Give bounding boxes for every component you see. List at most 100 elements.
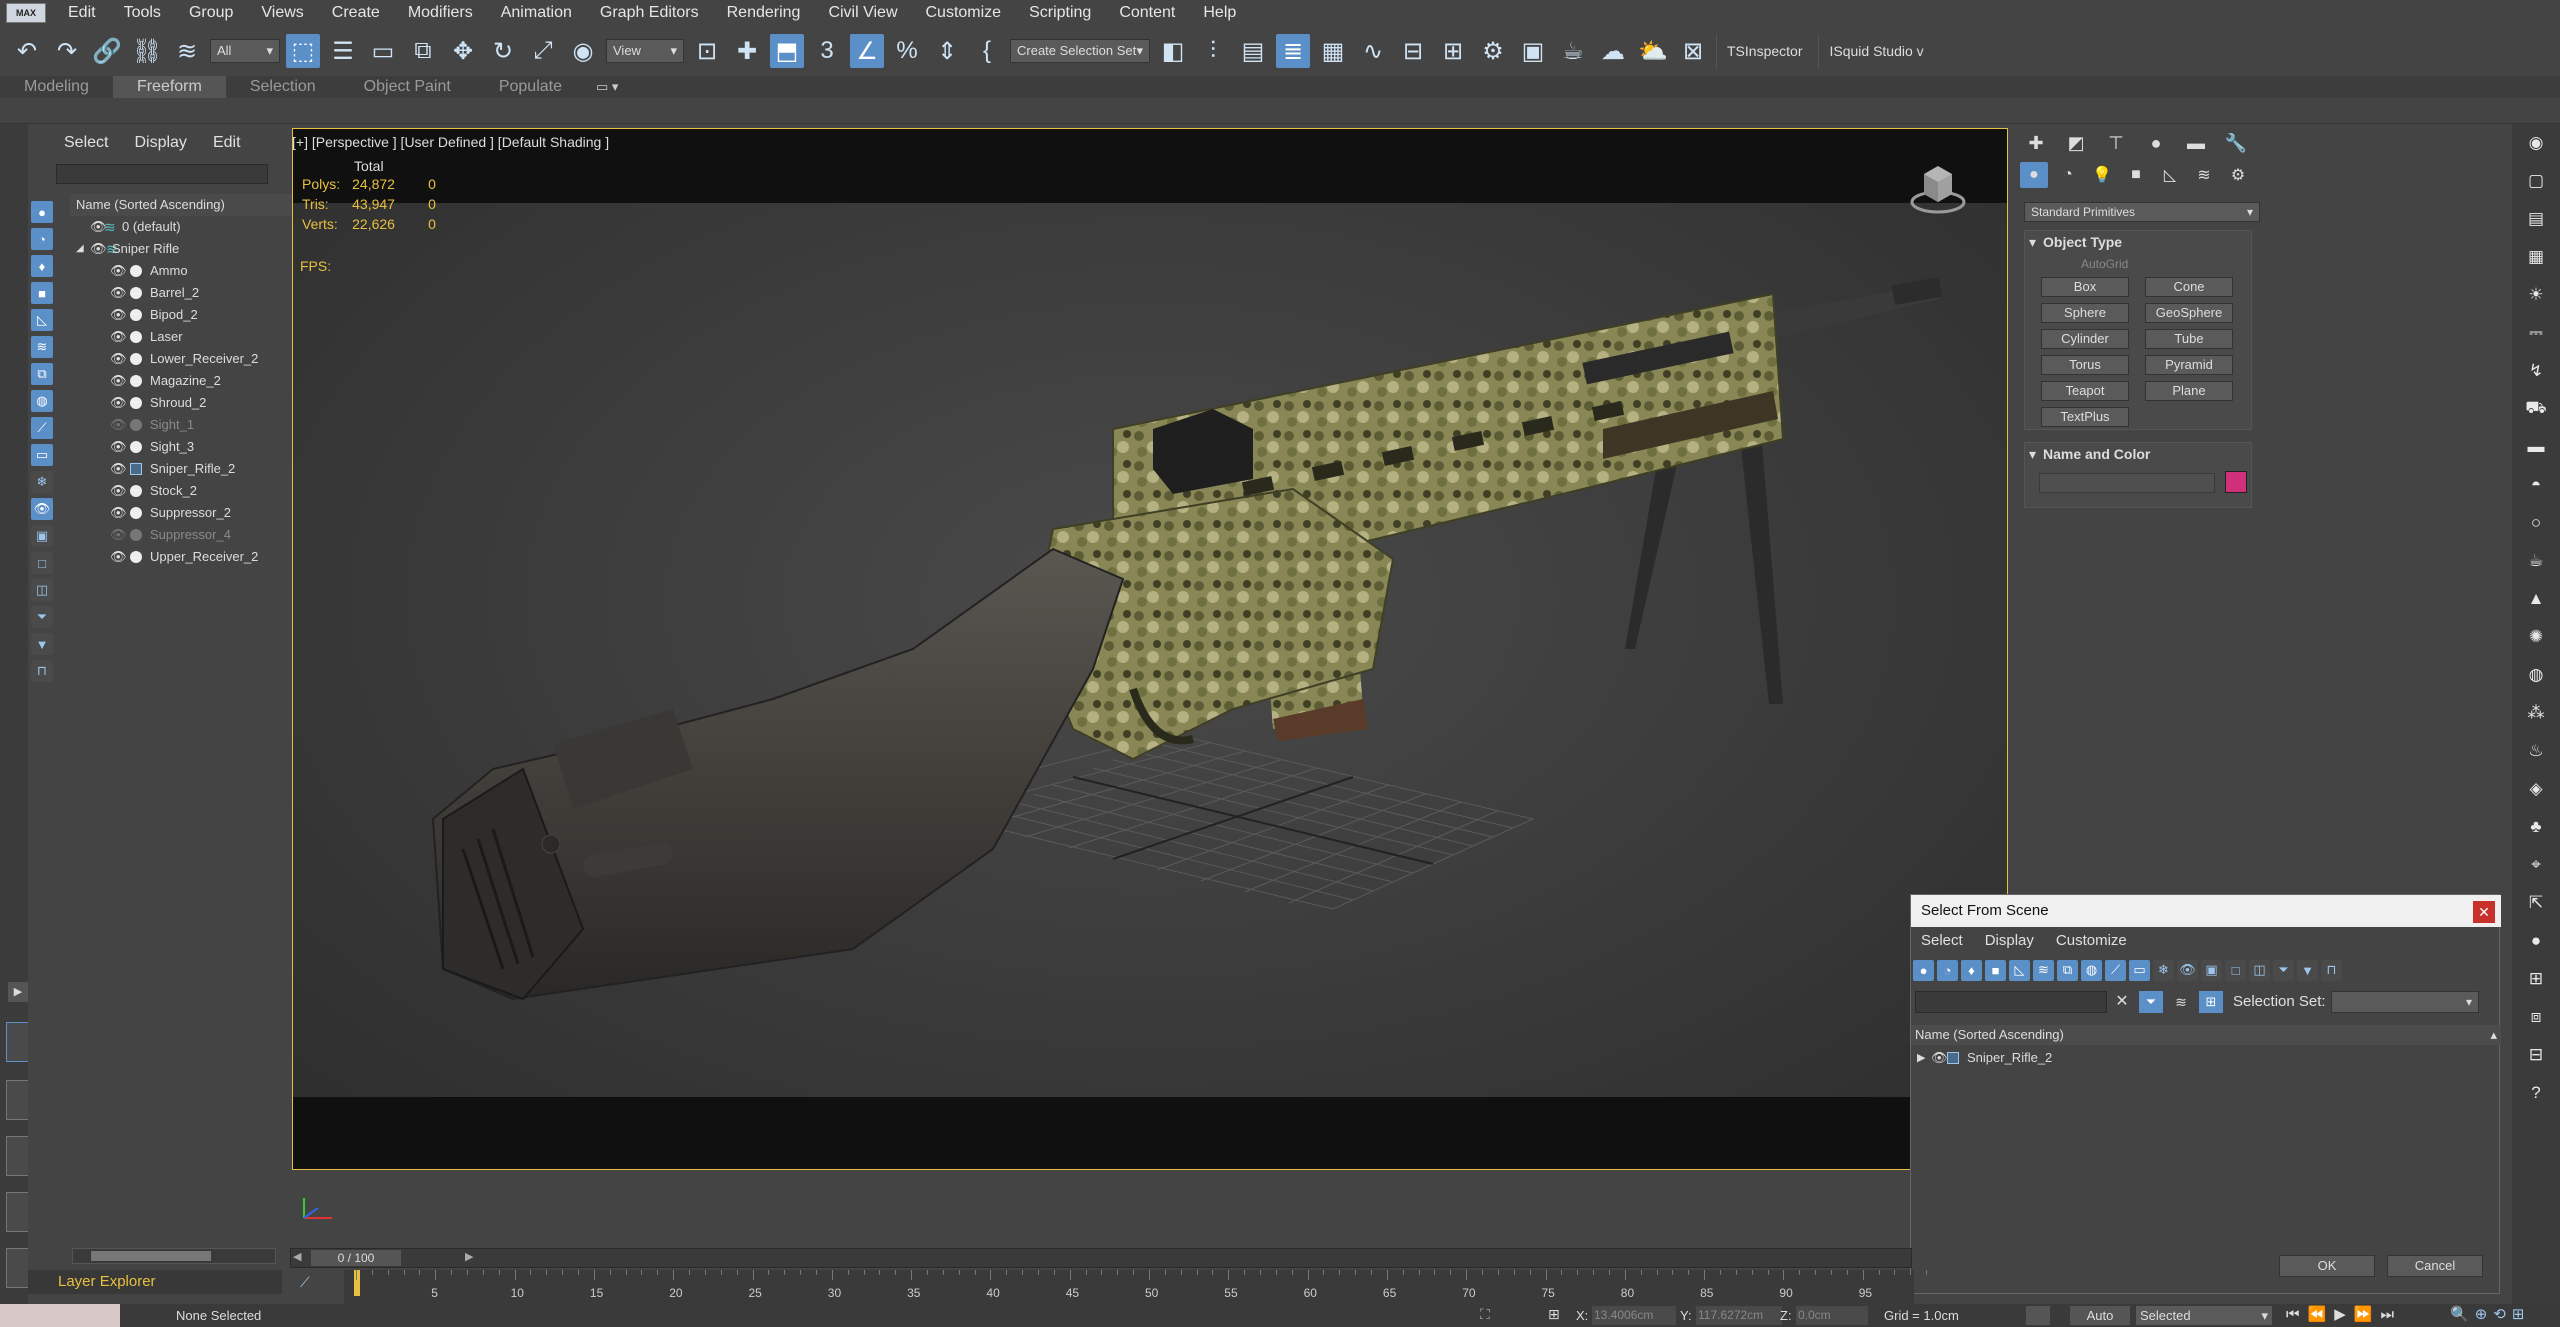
water-icon[interactable]: ◈ xyxy=(2522,775,2550,803)
play-icon[interactable]: ▶ xyxy=(2334,1306,2354,1323)
groups-filter-icon[interactable]: ⧉ xyxy=(31,363,53,385)
export-icon[interactable]: ⇱ xyxy=(2522,889,2550,917)
warps-filter-icon[interactable]: ≋ xyxy=(31,336,53,358)
move-icon[interactable]: ✥ xyxy=(446,34,480,68)
tree-row[interactable]: 👁 Sight_1 xyxy=(70,414,310,436)
maxscript-listener[interactable] xyxy=(0,1304,120,1327)
layer-explorer-label[interactable]: Layer Explorer xyxy=(28,1270,282,1294)
lights-icon[interactable]: 💡 xyxy=(2088,162,2116,188)
align-icon[interactable]: ⫶ xyxy=(1196,34,1230,68)
eye-icon[interactable]: 👁 xyxy=(90,238,107,260)
sun-icon[interactable]: ✺ xyxy=(2522,623,2550,651)
tree-row[interactable]: 👁 Sight_3 xyxy=(70,436,310,458)
time-next-icon[interactable]: ▶ xyxy=(465,1250,473,1263)
curve-editor-icon[interactable]: ∿ xyxy=(1356,34,1390,68)
globe-icon[interactable]: ◍ xyxy=(2522,661,2550,689)
helpers-filter-icon[interactable]: ◺ xyxy=(31,309,53,331)
rect-selection-icon[interactable]: ▭ xyxy=(366,34,400,68)
named-selection-dropdown[interactable]: Create Selection Set ▾ xyxy=(1010,39,1150,63)
zoom-icon[interactable]: 🔍 xyxy=(2450,1306,2475,1323)
tree-row[interactable]: 👁 Magazine_2 xyxy=(70,370,310,392)
geometry-icon[interactable]: ● xyxy=(2020,162,2048,188)
light-icon[interactable]: ☀ xyxy=(2522,281,2550,309)
dialog-tree-row[interactable]: ▶ 👁 Sniper_Rifle_2 xyxy=(1911,1047,2501,1069)
orbit-icon[interactable]: ⟲ xyxy=(2493,1306,2512,1323)
frame-icon[interactable]: ⧈ xyxy=(2522,1003,2550,1031)
camera-icon[interactable]: ⌖ xyxy=(2522,851,2550,879)
select-by-name-icon[interactable]: ☰ xyxy=(326,34,360,68)
expand-arrow-icon[interactable]: ▶ xyxy=(1917,1047,1925,1069)
explorer-menu-edit[interactable]: Edit xyxy=(213,134,241,152)
menu-create[interactable]: Create xyxy=(318,0,394,26)
dome-icon[interactable]: ◓ xyxy=(2522,471,2550,499)
viewport-label[interactable]: [+] [Perspective ] [User Defined ] [Defa… xyxy=(292,134,609,150)
edit-named-selection-icon[interactable]: { xyxy=(970,34,1004,68)
primitive-category-dropdown[interactable]: Standard Primitives ▾ xyxy=(2024,202,2260,222)
invert-display-icon[interactable]: ◫ xyxy=(2249,959,2270,981)
fluid-icon[interactable]: ♨ xyxy=(2522,737,2550,765)
menu-modifiers[interactable]: Modifiers xyxy=(394,0,487,26)
scroll-thumb[interactable] xyxy=(91,1251,211,1261)
frozen-filter-icon[interactable]: ❄ xyxy=(31,471,53,493)
selection-set-dropdown[interactable]: ▾ xyxy=(2331,991,2479,1013)
menu-rendering[interactable]: Rendering xyxy=(713,0,815,26)
autogrid-checkbox[interactable]: AutoGrid xyxy=(2081,257,2128,271)
tree-row[interactable]: 👁 Shroud_2 xyxy=(70,392,310,414)
eye-icon[interactable]: 👁 xyxy=(110,480,127,502)
eye-icon[interactable]: 👁 xyxy=(110,282,127,304)
folder-icon[interactable]: ▬ xyxy=(2522,433,2550,461)
set-key-icon[interactable] xyxy=(2026,1306,2050,1325)
zoom-all-icon[interactable]: ⊕ xyxy=(2475,1306,2494,1323)
modify-tab-icon[interactable]: ◩ xyxy=(2060,128,2092,158)
filter-toggle-icon[interactable]: ⏷ xyxy=(2139,991,2163,1013)
eye-icon[interactable]: 👁 xyxy=(110,458,127,480)
schematic-view-icon[interactable]: ⊟ xyxy=(1396,34,1430,68)
xrefs-filter-icon[interactable]: ◍ xyxy=(31,390,53,412)
ok-button[interactable]: OK xyxy=(2279,1255,2375,1277)
primitive-geosphere-button[interactable]: GeoSphere xyxy=(2145,303,2233,323)
eye-icon[interactable]: 👁 xyxy=(110,304,127,326)
mirror-icon[interactable]: ◧ xyxy=(1156,34,1190,68)
dialog-title-bar[interactable]: Select From Scene xyxy=(1911,895,2501,927)
display-all-filter-icon[interactable]: ▣ xyxy=(31,525,53,547)
angle-snap-icon[interactable]: ∠ xyxy=(850,34,884,68)
display-all-icon[interactable]: ▣ xyxy=(2201,959,2222,981)
time-slider-thumb[interactable]: 0 / 100 xyxy=(311,1250,401,1266)
primitive-textplus-button[interactable]: TextPlus xyxy=(2041,407,2129,427)
invert-filter-icon[interactable]: ◫ xyxy=(31,579,53,601)
particle-icon[interactable]: ⁂ xyxy=(2522,699,2550,727)
collapse-arrow-icon[interactable]: ◢ xyxy=(76,238,84,260)
tree-header[interactable]: Name (Sorted Ascending) xyxy=(70,194,310,216)
auto-key-button[interactable]: Auto xyxy=(2070,1306,2130,1325)
hierarchy-icon[interactable]: ⊞ xyxy=(2199,991,2223,1013)
primitive-pyramid-button[interactable]: Pyramid xyxy=(2145,355,2233,375)
filter-selected-icon[interactable]: ▼ xyxy=(2297,959,2318,981)
tree-row[interactable]: 👁 Stock_2 xyxy=(70,480,310,502)
filter-filter-icon[interactable]: ⏷ xyxy=(31,606,53,628)
shapes-filter-icon[interactable]: ◔ xyxy=(1937,959,1958,981)
menu-tools[interactable]: Tools xyxy=(110,0,175,26)
primitive-cylinder-button[interactable]: Cylinder xyxy=(2041,329,2129,349)
explorer-menu-display[interactable]: Display xyxy=(134,134,186,152)
z-coordinate-field[interactable]: 0.0cm xyxy=(1796,1306,1868,1325)
pivot-center-icon[interactable]: ⊡ xyxy=(690,34,724,68)
lights-filter-icon[interactable]: ♦ xyxy=(1961,959,1982,981)
track-bar[interactable]: 5 10 15 20 25 30 35 40 45 50 55 60 65 70 75 80 85 90 95 xyxy=(344,1270,1928,1304)
layout-icon[interactable]: ▢ xyxy=(2522,167,2550,195)
sphere-icon[interactable]: ○ xyxy=(2522,509,2550,537)
eye-icon[interactable]: 👁 xyxy=(110,524,127,546)
folder-filter-icon[interactable]: ⊓ xyxy=(2321,959,2342,981)
ribbon-tab-populate[interactable]: Populate xyxy=(475,76,586,98)
select-manipulate-icon[interactable]: ✚ xyxy=(730,34,764,68)
clear-search-icon[interactable]: ✕ xyxy=(2111,991,2133,1013)
perspective-viewport[interactable] xyxy=(292,128,2008,1170)
lock-icon[interactable]: ⛶ xyxy=(1480,1306,1490,1323)
tree-row[interactable]: 👁 Bipod_2 xyxy=(70,304,310,326)
cameras-filter-icon[interactable]: ■ xyxy=(1985,959,2006,981)
dialog-menu-customize[interactable]: Customize xyxy=(2056,932,2127,949)
ribbon-tab-modeling[interactable]: Modeling xyxy=(0,76,113,98)
primitive-sphere-button[interactable]: Sphere xyxy=(2041,303,2129,323)
go-to-start-icon[interactable]: ⏮ xyxy=(2286,1306,2308,1323)
cameras-filter-icon[interactable]: ■ xyxy=(31,282,53,304)
tree-icon[interactable]: ♣ xyxy=(2522,813,2550,841)
